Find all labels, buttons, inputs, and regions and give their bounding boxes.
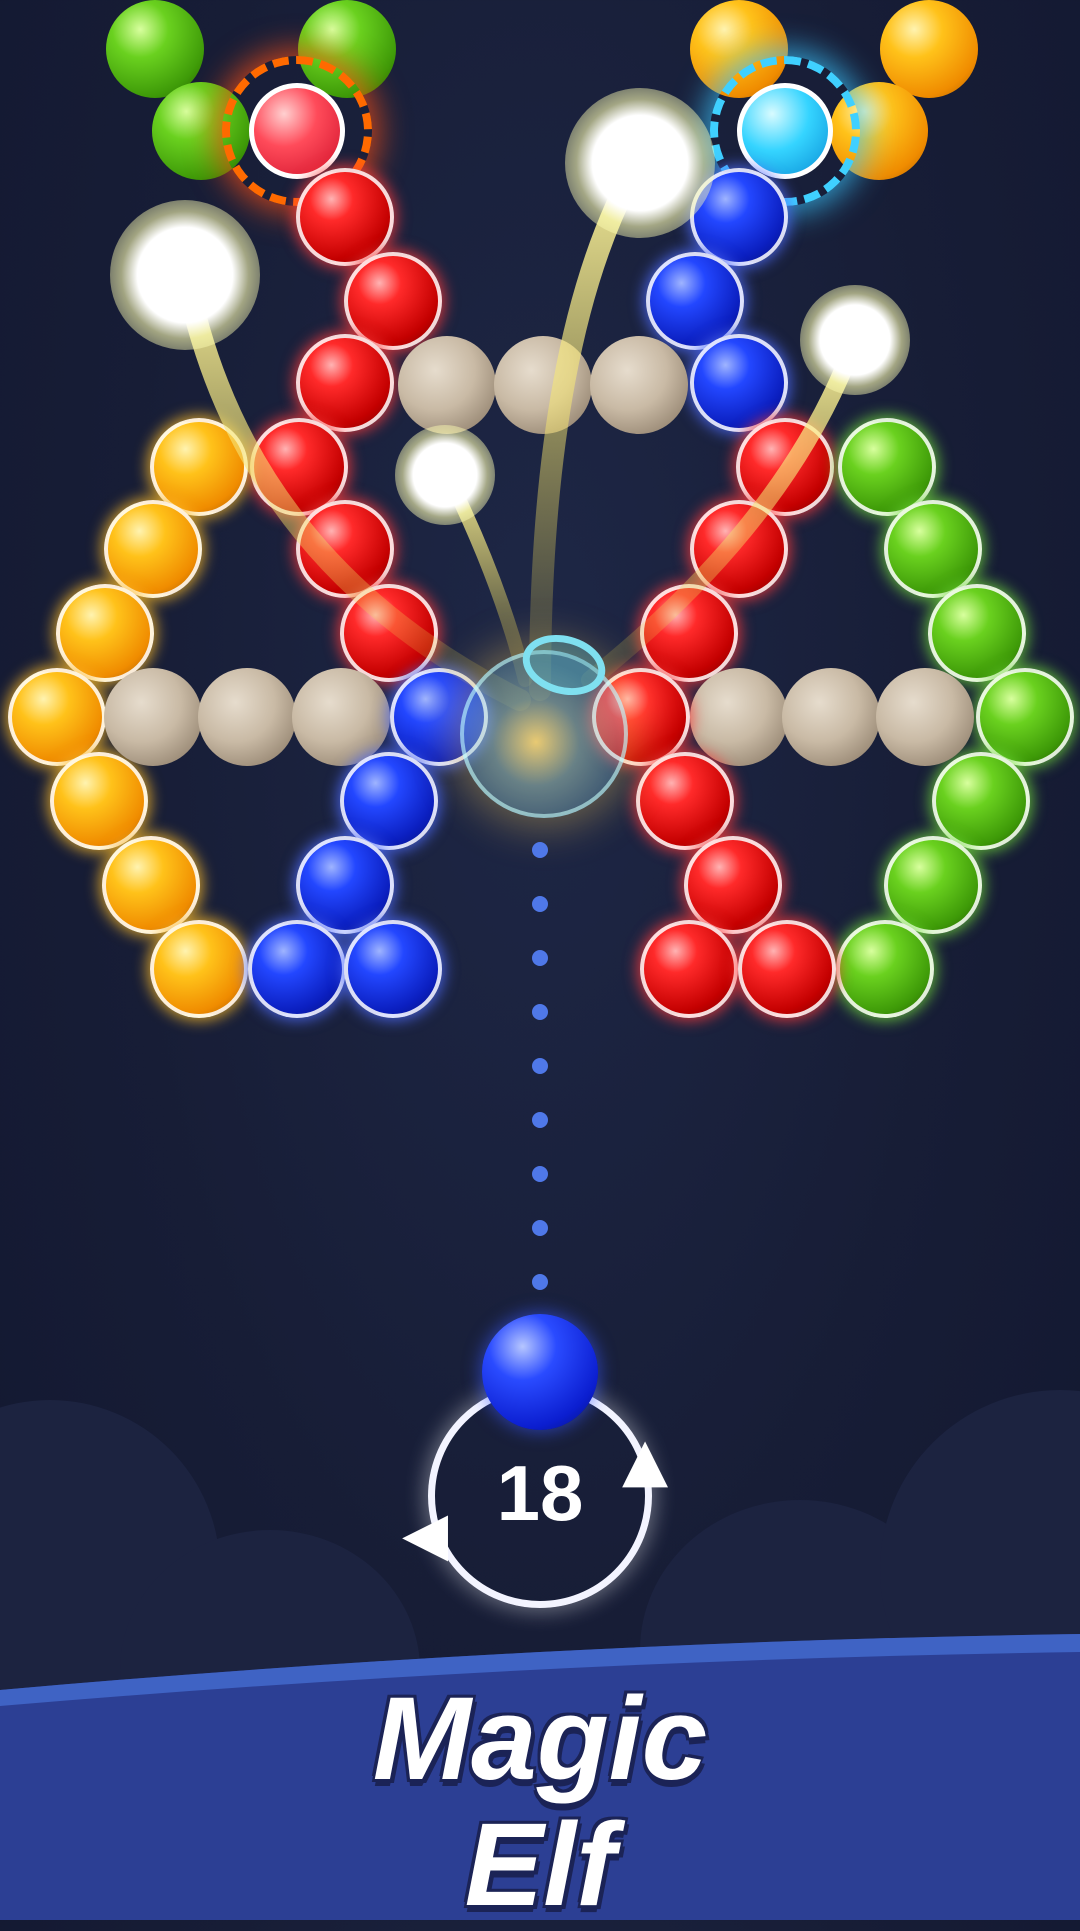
aim-dot bbox=[532, 842, 548, 858]
aim-dot bbox=[532, 1058, 548, 1074]
banner-text: Magic Elf bbox=[0, 1680, 1080, 1924]
aim-dot bbox=[532, 896, 548, 912]
aim-dot bbox=[532, 950, 548, 966]
aim-dot bbox=[532, 1220, 548, 1236]
aim-dot bbox=[532, 1004, 548, 1020]
moves-counter: 18 bbox=[496, 1449, 584, 1537]
title-line-1: Magic bbox=[372, 1673, 708, 1805]
shooter-ball[interactable] bbox=[482, 1314, 598, 1430]
title-line-2: Elf bbox=[464, 1799, 616, 1931]
aim-dot bbox=[532, 1112, 548, 1128]
magic-elf-sprite bbox=[800, 285, 910, 395]
magic-elf-sprite bbox=[395, 425, 495, 525]
aim-dot bbox=[532, 1274, 548, 1290]
magic-elf-sprite bbox=[110, 200, 260, 350]
aim-dot bbox=[532, 1166, 548, 1182]
magic-elf-sprite bbox=[565, 88, 715, 238]
potion-icon bbox=[460, 626, 628, 818]
